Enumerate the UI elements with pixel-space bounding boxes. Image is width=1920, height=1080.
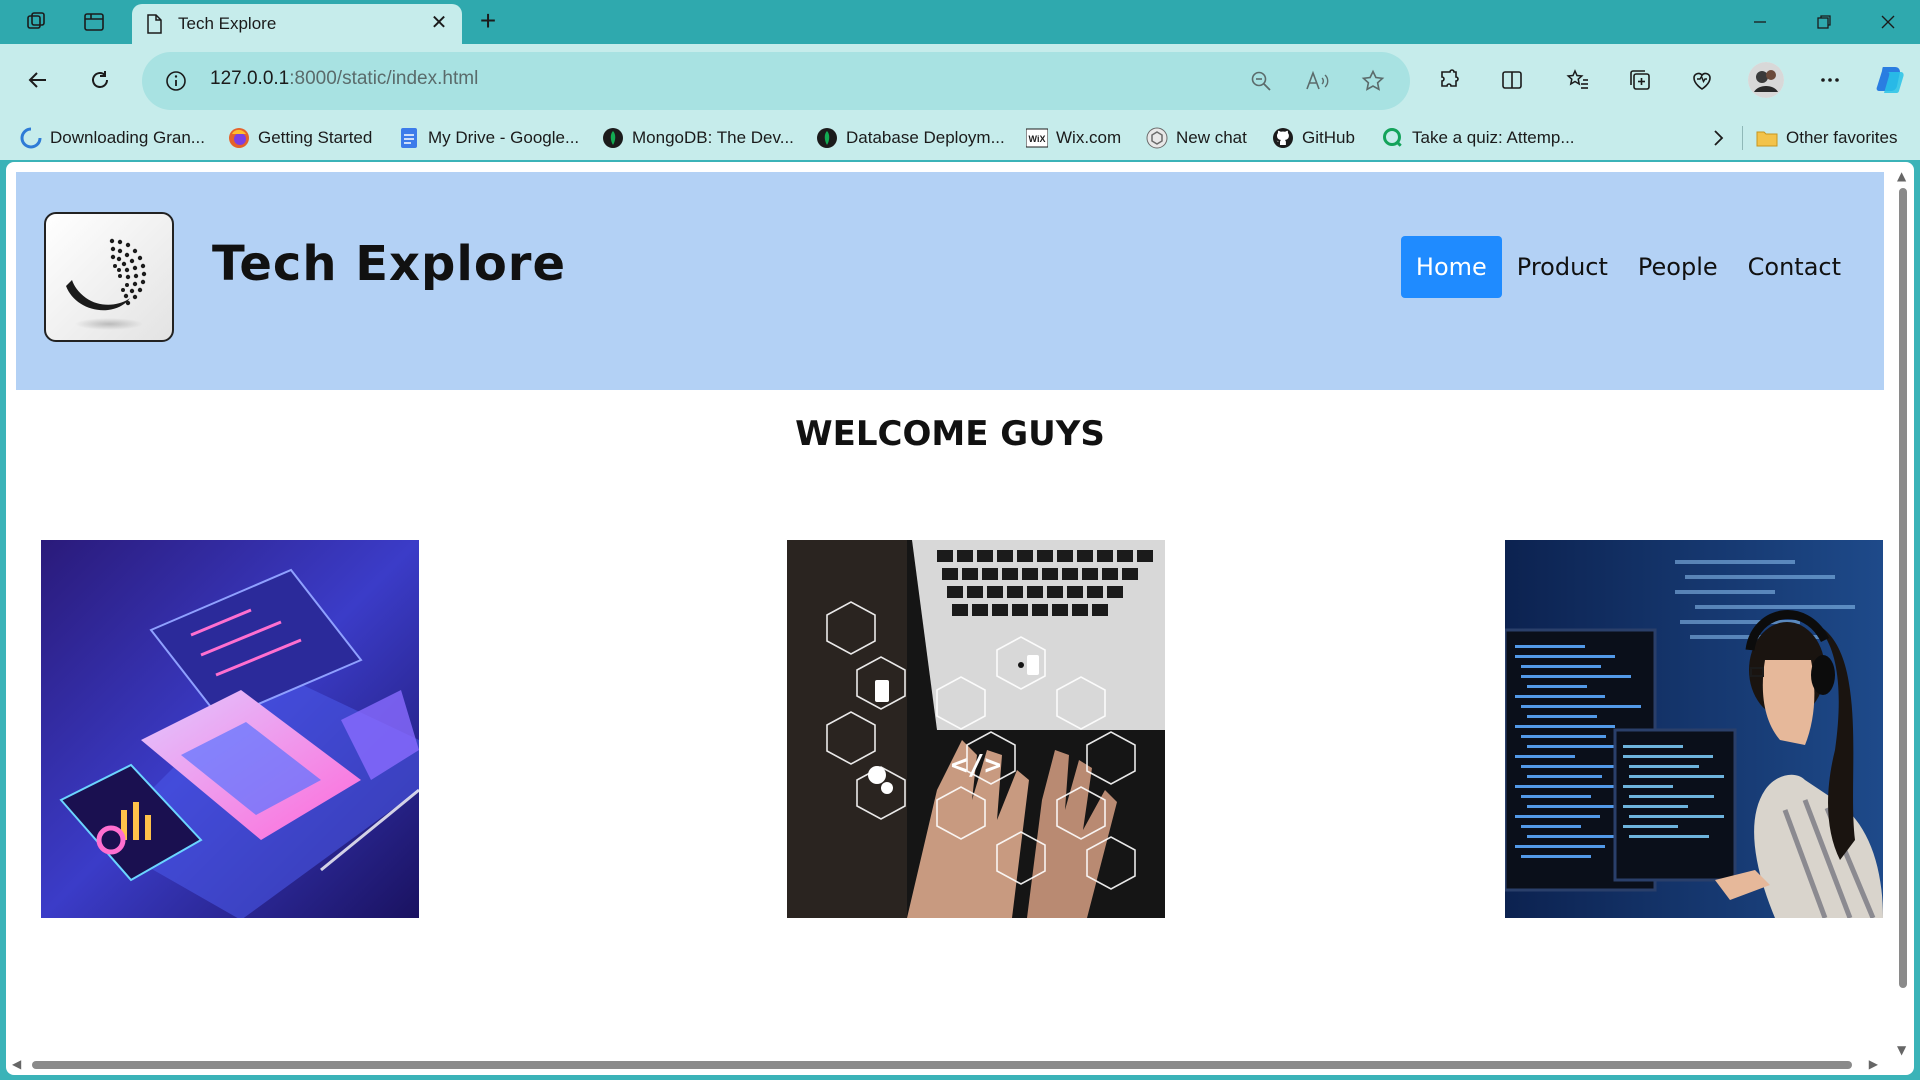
- new-tab-button[interactable]: +: [474, 7, 502, 36]
- loader-icon: [20, 127, 42, 149]
- folder-icon: [1756, 131, 1778, 147]
- back-icon[interactable]: [22, 64, 54, 96]
- scroll-right-arrow-icon[interactable]: ▶: [1869, 1058, 1878, 1070]
- profile-avatar[interactable]: [1748, 62, 1784, 98]
- restore-icon[interactable]: [1804, 8, 1844, 36]
- zoom-out-icon[interactable]: [1248, 68, 1274, 94]
- read-aloud-icon[interactable]: [1304, 68, 1330, 94]
- firefox-icon: [229, 128, 249, 148]
- page-viewport: Tech Explore Home Product People Contact…: [6, 162, 1914, 1075]
- copilot-icon[interactable]: [1872, 62, 1908, 98]
- bookmark-my-drive[interactable]: My Drive - Google...: [398, 124, 579, 152]
- browser-title-bar: Tech Explore ✕ +: [0, 0, 1920, 44]
- scroll-up-arrow-icon[interactable]: ▲: [1897, 170, 1906, 182]
- document-icon: [147, 14, 162, 34]
- svg-text:</>: </>: [951, 748, 1002, 781]
- hero-image-tech-hands: </>: [787, 540, 1165, 918]
- favorites-icon[interactable]: [1562, 64, 1594, 96]
- scroll-left-arrow-icon[interactable]: ◀: [12, 1058, 21, 1070]
- bookmark-label: My Drive - Google...: [428, 128, 580, 147]
- split-screen-icon[interactable]: [1496, 64, 1528, 96]
- tab-title: Tech Explore: [178, 14, 277, 33]
- bookmark-github[interactable]: GitHub: [1272, 124, 1355, 152]
- nav-contact[interactable]: Contact: [1733, 236, 1856, 298]
- openai-icon: [1146, 127, 1168, 149]
- mongodb-icon: [603, 128, 623, 148]
- collections-icon[interactable]: [1624, 64, 1656, 96]
- horizontal-scroll-thumb[interactable]: [32, 1061, 1852, 1069]
- bookmark-downloading[interactable]: Downloading Gran...: [20, 124, 205, 152]
- more-bookmarks-chevron-icon[interactable]: [1708, 124, 1728, 152]
- extensions-icon[interactable]: [1434, 64, 1466, 96]
- bookmark-database-deployments[interactable]: Database Deploym...: [816, 124, 1005, 152]
- bookmark-label: New chat: [1176, 128, 1247, 147]
- horizontal-scrollbar[interactable]: ◀ ▶: [10, 1057, 1880, 1071]
- hero-image-laptop: [41, 540, 419, 918]
- url-path: :8000/static/index.html: [289, 68, 479, 89]
- bookmark-take-a-quiz[interactable]: Take a quiz: Attemp...: [1382, 124, 1575, 152]
- bookmark-label: Wix.com: [1056, 128, 1122, 147]
- spiral-logo-icon: [66, 238, 147, 330]
- svg-text:WiX: WiX: [1029, 134, 1046, 144]
- hero-image-developer: [1505, 540, 1883, 918]
- close-tab-icon[interactable]: ✕: [428, 12, 450, 34]
- site-logo[interactable]: [44, 212, 174, 342]
- other-favorites[interactable]: Other favorites: [1756, 124, 1898, 152]
- bookmark-wix[interactable]: WiX Wix.com: [1026, 124, 1121, 152]
- workspaces-icon[interactable]: [24, 10, 48, 34]
- address-bar[interactable]: 127.0.0.1:8000/static/index.html: [142, 52, 1410, 110]
- bookmark-label: GitHub: [1302, 128, 1355, 147]
- tab-tech-explore[interactable]: Tech Explore ✕: [132, 4, 462, 44]
- vertical-scrollbar[interactable]: ▲ ▼: [1896, 168, 1910, 1058]
- bookmark-new-chat[interactable]: New chat: [1146, 124, 1247, 152]
- site-header: Tech Explore Home Product People Contact: [16, 172, 1884, 390]
- browser-toolbar: 127.0.0.1:8000/static/index.html: [0, 44, 1920, 116]
- nav-people[interactable]: People: [1623, 236, 1733, 298]
- bookmark-label: Getting Started: [258, 128, 373, 147]
- bookmark-label: Downloading Gran...: [50, 128, 205, 147]
- nav-product[interactable]: Product: [1502, 236, 1623, 298]
- url-host: 127.0.0.1: [210, 68, 290, 89]
- more-options-icon[interactable]: [1814, 64, 1846, 96]
- refresh-icon[interactable]: [84, 64, 116, 96]
- bookmark-getting-started[interactable]: Getting Started: [228, 124, 372, 152]
- main-nav: Home Product People Contact: [1400, 236, 1856, 298]
- nav-home[interactable]: Home: [1400, 236, 1502, 298]
- bookmark-label: MongoDB: The Dev...: [632, 128, 794, 147]
- quiz-icon: [1383, 128, 1404, 149]
- welcome-heading: WELCOME GUYS: [795, 414, 1105, 454]
- other-favorites-label: Other favorites: [1786, 128, 1898, 147]
- site-info-icon[interactable]: [164, 69, 188, 93]
- bookmark-label: Database Deploym...: [846, 128, 1005, 147]
- tab-actions-icon[interactable]: [82, 10, 106, 34]
- bookmark-label: Take a quiz: Attemp...: [1412, 128, 1575, 147]
- vertical-scroll-thumb[interactable]: [1899, 188, 1907, 988]
- close-window-icon[interactable]: [1868, 8, 1908, 36]
- docs-icon: [401, 128, 417, 148]
- minimize-icon[interactable]: [1740, 8, 1780, 36]
- github-icon: [1273, 128, 1293, 148]
- site-title: Tech Explore: [212, 236, 567, 292]
- mongodb-icon: [817, 128, 837, 148]
- favorite-star-icon[interactable]: [1360, 68, 1386, 94]
- wix-icon: WiX: [1026, 128, 1048, 148]
- bookmark-mongodb[interactable]: MongoDB: The Dev...: [602, 124, 794, 152]
- bookmark-divider: [1742, 126, 1743, 150]
- scroll-down-arrow-icon[interactable]: ▼: [1897, 1044, 1906, 1056]
- url-text[interactable]: 127.0.0.1:8000/static/index.html: [210, 68, 478, 90]
- bookmarks-bar: Downloading Gran... Getting Started My D…: [0, 116, 1920, 160]
- browser-essentials-icon[interactable]: [1686, 64, 1718, 96]
